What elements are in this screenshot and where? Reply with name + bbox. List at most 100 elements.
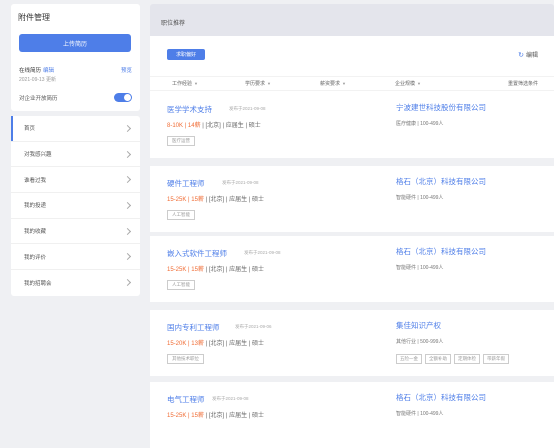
job-title[interactable]: 电气工程师	[167, 394, 205, 405]
chevron-right-icon	[123, 279, 132, 287]
filter-education[interactable]: 学历要求 ▼	[245, 80, 271, 87]
edit-preference-button[interactable]: ↻ 编辑	[518, 50, 538, 60]
job-card[interactable]: 硬件工程师 发布于2021-09-08 15-25K | 15薪 | [北京] …	[150, 166, 554, 232]
filter-company-size[interactable]: 企业规模 ▼	[395, 80, 421, 87]
job-preference-button[interactable]: 求职偏好	[167, 49, 205, 60]
open-resume-label: 对企业开放简历	[19, 95, 58, 102]
job-date: 发布于2021-09-08	[222, 180, 259, 185]
job-title[interactable]: 国内专利工程师	[167, 322, 220, 333]
benefit-tag: 定期体检	[454, 354, 480, 364]
company-name[interactable]: 格石（北京）科技有限公司	[396, 176, 486, 187]
job-salary: 8-10K	[167, 123, 184, 129]
company-name[interactable]: 集佳知识产权	[396, 320, 441, 331]
resume-preview-link[interactable]: 预览	[121, 66, 132, 74]
job-tag: 人工智能	[167, 280, 195, 290]
caret-down-icon: ▼	[417, 81, 421, 86]
job-degree: 硕士	[248, 123, 261, 129]
job-date: 发布于2021-09-08	[244, 250, 281, 255]
job-date: 发布于2021-09-08	[229, 106, 266, 111]
job-location: [北京]	[208, 341, 225, 347]
filter-bar: 工作经验 ▼ 学历要求 ▼ 薪资要求 ▼ 企业规模 ▼ 重置筛选条件	[150, 76, 554, 91]
job-card[interactable]: 医学学术支持 发布于2021-09-08 8-10K | 14薪 | [北京] …	[150, 92, 554, 158]
sidebar-item-favorites[interactable]: 我的收藏	[11, 219, 140, 245]
main-panel: 职位推荐 求职偏好 ↻ 编辑 工作经验 ▼ 学历要求 ▼ 薪资要求 ▼ 企业规模 ▼ 重…	[150, 4, 554, 98]
company-name[interactable]: 宁波建世科技股份有限公司	[396, 102, 486, 113]
chevron-right-icon	[123, 150, 132, 158]
filter-toolbar: 求职偏好 ↻ 编辑 工作经验 ▼ 学历要求 ▼ 薪资要求 ▼ 企业规模 ▼ 重置筛选条件	[150, 36, 554, 98]
caret-down-icon: ▼	[342, 81, 346, 86]
sidebar-item-viewed-me[interactable]: 谁看过我	[11, 167, 140, 194]
company-name[interactable]: 格石（北京）科技有限公司	[396, 392, 486, 403]
job-date: 发布于2021-09-08	[212, 396, 249, 401]
sidebar-item-label: 我的招聘会	[24, 280, 52, 287]
job-location: [北京]	[208, 413, 225, 419]
edit-label: 编辑	[525, 53, 538, 59]
job-title[interactable]: 医学学术支持	[167, 104, 212, 115]
job-info: 15-20K | 13薪 | [北京] | 应届生 | 硕士	[167, 341, 265, 347]
sidebar-item-applications[interactable]: 我的投递	[11, 193, 140, 219]
caret-down-icon: ▼	[194, 81, 198, 86]
job-degree: 硕士	[252, 267, 265, 273]
job-title[interactable]: 硬件工程师	[167, 178, 205, 189]
job-title[interactable]: 嵌入式软件工程师	[167, 248, 227, 259]
company-info: 智能硬件 | 100-499人	[396, 411, 444, 417]
job-date: 发布于2021-09-06	[235, 324, 272, 329]
sidebar-item-label: 谁看过我	[24, 177, 47, 184]
filter-label: 薪资要求	[320, 81, 341, 87]
job-experience: 应届生	[229, 341, 248, 347]
job-degree: 硕士	[252, 341, 265, 347]
resume-edit-link[interactable]: 编辑	[43, 68, 54, 74]
resume-row: 在线简历 编辑 预览	[19, 66, 132, 74]
job-pay-months: 15薪	[191, 413, 204, 419]
company-info: 其他行业 | 500-999人	[396, 339, 444, 345]
benefit-tag: 带薪年假	[483, 354, 509, 364]
upload-resume-button[interactable]: 上传简历	[19, 34, 131, 52]
job-tag: 其他技术职位	[167, 354, 204, 364]
job-experience: 应届生	[229, 267, 248, 273]
chevron-right-icon	[123, 201, 132, 209]
job-location: [北京]	[208, 267, 225, 273]
sidebar-item-label: 我的投递	[24, 203, 47, 210]
job-tag: 人工智能	[167, 210, 195, 220]
open-resume-row: 对企业开放简历	[19, 93, 132, 102]
job-card[interactable]: 嵌入式软件工程师 发布于2021-09-08 15-25K | 15薪 | [北…	[150, 236, 554, 302]
chevron-right-icon	[123, 253, 132, 261]
sidebar-item-reviews[interactable]: 我的评价	[11, 244, 140, 271]
attachment-title: 附件管理	[18, 13, 50, 22]
chevron-right-icon	[123, 176, 132, 184]
job-card[interactable]: 电气工程师 发布于2021-09-08 15-25K | 15薪 | [北京] …	[150, 382, 554, 448]
resume-name: 在线简历	[19, 68, 42, 74]
company-info: 智能硬件 | 100-499人	[396, 265, 444, 271]
sidebar-item-label: 我的评价	[24, 254, 47, 261]
caret-down-icon: ▼	[267, 81, 271, 86]
sidebar-item-interested[interactable]: 对我感兴趣	[11, 142, 140, 168]
chevron-right-icon	[123, 124, 132, 132]
company-info: 医疗健康 | 100-499人	[396, 121, 444, 127]
job-pay-months: 13薪	[191, 341, 204, 347]
filter-salary[interactable]: 薪资要求 ▼	[320, 80, 346, 87]
refresh-icon: ↻	[518, 51, 524, 59]
job-location: [北京]	[208, 197, 225, 203]
attachment-card: 附件管理 上传简历 在线简历 编辑 预览 2021-09-13 更新 对企业开放简…	[11, 4, 140, 111]
job-pay-months: 15薪	[191, 197, 204, 203]
company-benefit-tags: 五险一金 全额补助 定期体检 带薪年假	[396, 354, 509, 364]
company-name[interactable]: 格石（北京）科技有限公司	[396, 246, 486, 257]
reset-filters-link[interactable]: 重置筛选条件	[508, 80, 538, 87]
filter-label: 企业规模	[395, 81, 416, 87]
sidebar-item-home[interactable]: 首页	[11, 116, 140, 142]
sidebar-item-job-fairs[interactable]: 我的招聘会	[11, 270, 140, 296]
sidebar-item-label: 首页	[24, 126, 36, 133]
job-degree: 硕士	[252, 413, 265, 419]
filter-experience[interactable]: 工作经验 ▼	[172, 80, 198, 87]
job-location: [北京]	[205, 123, 221, 129]
job-info: 15-25K | 15薪 | [北京] | 应届生 | 硕士	[167, 267, 265, 273]
open-resume-toggle[interactable]	[114, 93, 132, 102]
job-card[interactable]: 国内专利工程师 发布于2021-09-06 15-20K | 13薪 | [北京…	[150, 310, 554, 376]
resume-date: 2021-09-13 更新	[19, 77, 56, 83]
benefit-tag: 全额补助	[425, 354, 451, 364]
filter-label: 学历要求	[245, 81, 266, 87]
job-degree: 硕士	[252, 197, 265, 203]
chevron-right-icon	[123, 227, 132, 235]
job-info: 15-25K | 15薪 | [北京] | 应届生 | 硕士	[167, 197, 265, 203]
sidebar-item-label: 我的收藏	[24, 229, 47, 236]
